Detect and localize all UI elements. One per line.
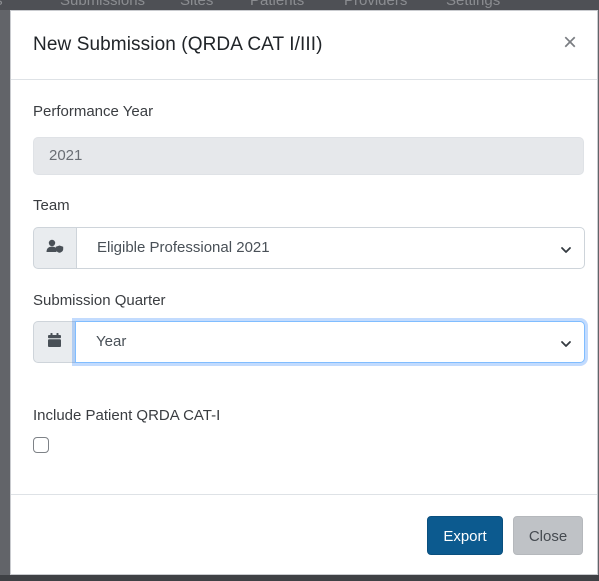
modal-header: New Submission (QRDA CAT I/III) × xyxy=(11,11,597,80)
submission-quarter-input-group: Year xyxy=(33,321,585,363)
submission-quarter-addon xyxy=(33,321,75,363)
nav-item-submissions: Submissions xyxy=(60,0,146,9)
user-shield-icon xyxy=(46,239,64,258)
performance-year-field: 2021 xyxy=(33,137,584,175)
background-nav: rts Submissions Sites Patients Providers… xyxy=(0,0,599,10)
calendar-icon xyxy=(48,332,61,352)
nav-item-sites: Sites xyxy=(180,0,214,9)
modal-footer: Export Close xyxy=(11,494,597,576)
submission-quarter-select[interactable]: Year xyxy=(75,321,585,363)
close-icon[interactable]: × xyxy=(558,31,582,55)
team-label: Team xyxy=(33,197,70,214)
nav-item-providers: Providers xyxy=(344,0,408,9)
submission-quarter-select-value: Year xyxy=(96,333,127,350)
close-button[interactable]: Close xyxy=(513,516,583,555)
team-select[interactable]: Eligible Professional 2021 xyxy=(76,227,585,269)
nav-item-settings: Settings xyxy=(446,0,501,9)
team-input-group: Eligible Professional 2021 xyxy=(33,227,585,269)
page: rts Submissions Sites Patients Providers… xyxy=(0,0,599,581)
nav-item-reports: rts xyxy=(0,0,36,9)
performance-year-label: Performance Year xyxy=(33,103,154,120)
include-patient-checkbox[interactable] xyxy=(33,437,49,453)
team-select-value: Eligible Professional 2021 xyxy=(97,239,270,256)
submission-quarter-label: Submission Quarter xyxy=(33,292,166,309)
nav-item-patients: Patients xyxy=(250,0,305,9)
new-submission-modal: New Submission (QRDA CAT I/III) × Perfor… xyxy=(10,10,598,575)
chevron-down-icon xyxy=(560,243,572,255)
modal-title: New Submission (QRDA CAT I/III) xyxy=(33,34,323,55)
page-bottom-strip xyxy=(0,575,599,581)
chevron-down-icon xyxy=(560,337,572,349)
include-patient-label: Include Patient QRDA CAT-I xyxy=(33,407,221,424)
team-addon xyxy=(33,227,76,269)
export-button[interactable]: Export xyxy=(427,516,503,555)
